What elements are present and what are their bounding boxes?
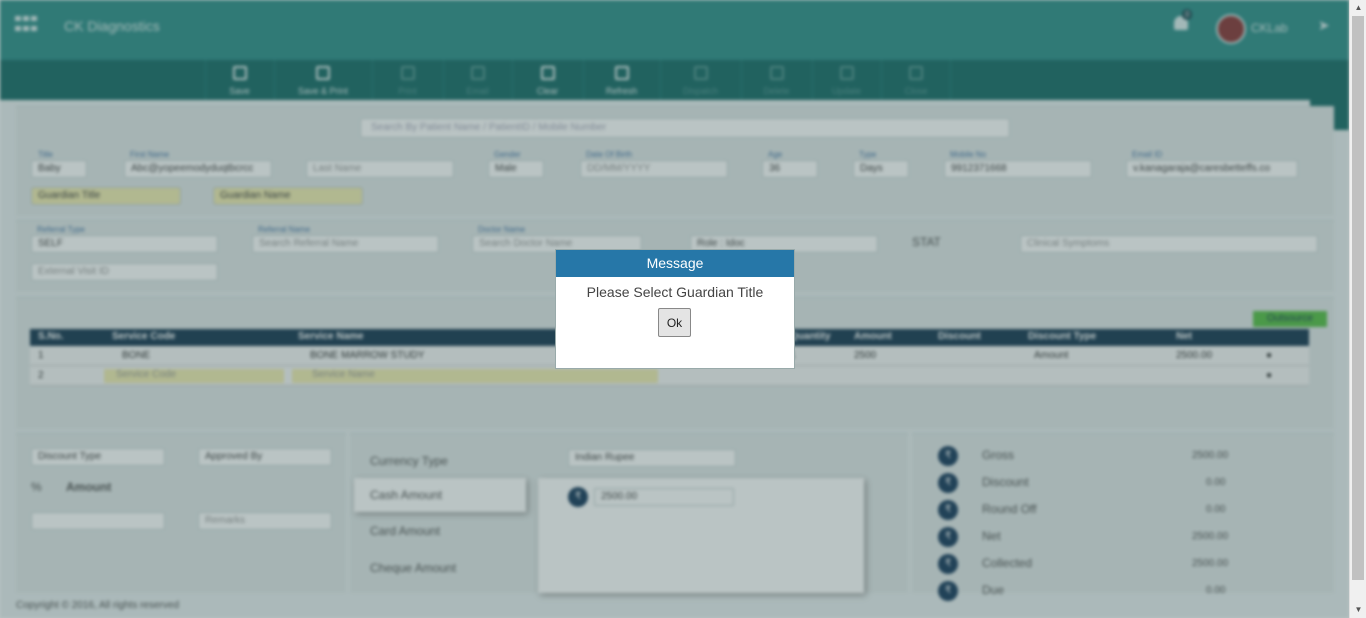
scrollbar-thumb[interactable] xyxy=(1352,16,1364,580)
scroll-down-icon[interactable]: ▼ xyxy=(1350,602,1366,618)
dialog-title: Message xyxy=(556,250,794,277)
message-dialog: Message Please Select Guardian Title Ok xyxy=(555,249,795,369)
scroll-up-icon[interactable]: ▲ xyxy=(1350,0,1366,16)
vertical-scrollbar[interactable]: ▲ ▼ xyxy=(1349,0,1366,618)
ok-button[interactable]: Ok xyxy=(658,308,691,337)
dialog-message: Please Select Guardian Title xyxy=(586,284,764,300)
